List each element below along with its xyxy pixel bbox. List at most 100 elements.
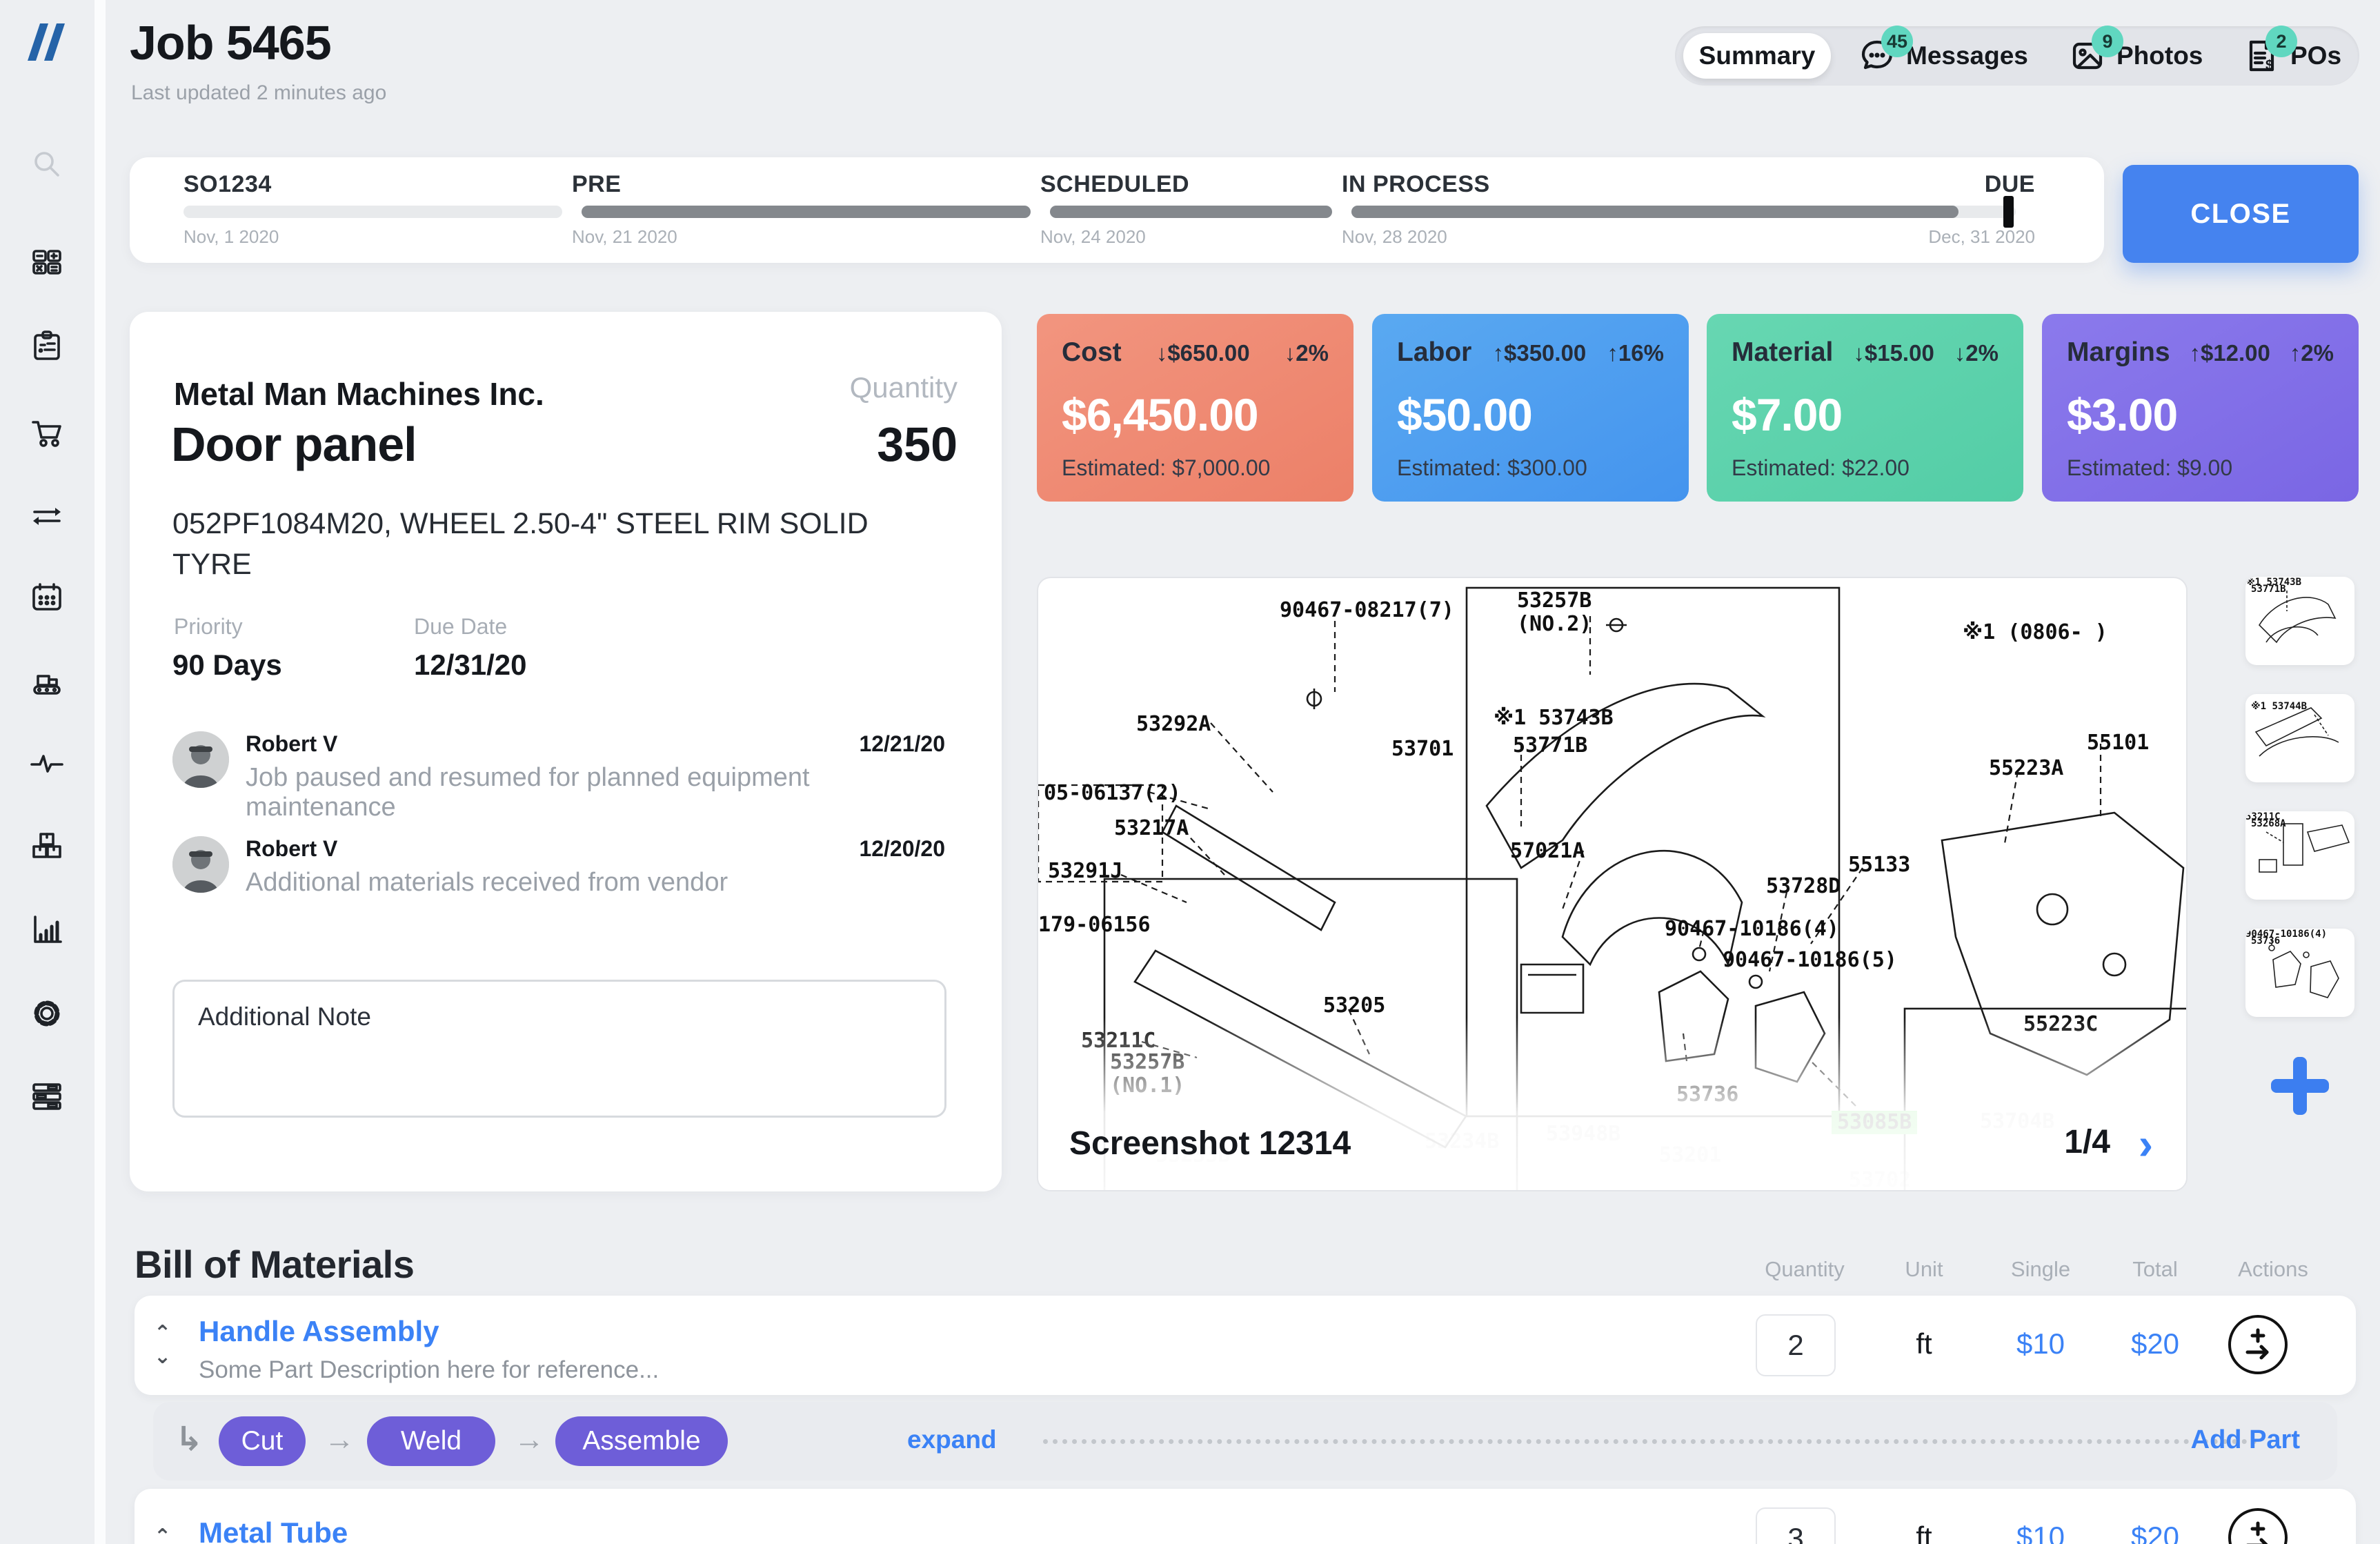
timeline-segment bbox=[184, 206, 562, 218]
row-reorder-control: ⌃ bbox=[154, 1489, 181, 1544]
photos-badge: 9 bbox=[2092, 26, 2123, 57]
svg-text:$: $ bbox=[2265, 58, 2273, 73]
milestone-date: Nov, 24 2020 bbox=[1040, 226, 1146, 248]
bom-row-metal-tube: ⌃ Metal Tube ft $10 $20 bbox=[135, 1489, 2356, 1544]
purchase-order-icon: $ 2 bbox=[2242, 37, 2281, 75]
activity-item: Robert V 12/21/20 Job paused and resumed… bbox=[172, 731, 945, 821]
top-tab-bar: Summary 45 Messages 9 Photos $ 2 POs bbox=[1675, 26, 2359, 86]
process-step-assemble[interactable]: Assemble bbox=[555, 1416, 728, 1466]
swap-arrows-icon[interactable] bbox=[27, 496, 67, 536]
sidebar bbox=[0, 0, 95, 1544]
process-dotted-line bbox=[1043, 1439, 2257, 1444]
tab-messages[interactable]: 45 Messages bbox=[1858, 26, 2028, 86]
pulse-icon[interactable] bbox=[27, 744, 67, 784]
close-button[interactable]: CLOSE bbox=[2123, 165, 2359, 263]
part-number-label: 53291J bbox=[1048, 860, 1122, 883]
total-price-cell[interactable]: $20 bbox=[2131, 1327, 2179, 1360]
chevron-right-icon[interactable]: › bbox=[2139, 1118, 2153, 1169]
milestone-date: Nov, 28 2020 bbox=[1342, 226, 1447, 248]
due-date-label: Due Date bbox=[414, 614, 507, 640]
boxes-icon[interactable] bbox=[27, 827, 67, 867]
single-price-cell[interactable]: $10 bbox=[2016, 1521, 2065, 1544]
milestone-date: Dec, 31 2020 bbox=[1928, 226, 2035, 248]
sidebar-divider bbox=[95, 0, 106, 1544]
milestone-label: SCHEDULED bbox=[1040, 171, 1189, 198]
part-link[interactable]: Handle Assembly bbox=[199, 1315, 439, 1348]
priority-label: Priority bbox=[174, 614, 243, 640]
stat-card-material: Material↓$15.00↓2% $7.00 Estimated: $22.… bbox=[1707, 314, 2023, 502]
calculator-icon[interactable] bbox=[27, 242, 67, 282]
column-header-single: Single bbox=[2011, 1257, 2070, 1282]
arrow-right-icon: → bbox=[324, 1423, 355, 1457]
stat-card-cost: Cost↓$650.00↓2% $6,450.00 Estimated: $7,… bbox=[1037, 314, 1353, 502]
conveyor-icon[interactable] bbox=[27, 662, 67, 702]
part-number-label: 53728D bbox=[1766, 875, 1841, 898]
move-down-icon[interactable]: ⌄ bbox=[154, 1349, 181, 1365]
export-part-button[interactable] bbox=[2228, 1508, 2288, 1544]
milestone-label: IN PROCESS bbox=[1342, 171, 1490, 198]
part-number-label: ※1 53743B bbox=[1494, 706, 1614, 730]
milestone-label: SO1234 bbox=[184, 171, 272, 198]
bom-title: Bill of Materials bbox=[135, 1242, 414, 1287]
clipboard-icon[interactable] bbox=[27, 326, 67, 366]
calendar-icon[interactable] bbox=[27, 577, 67, 617]
tab-pos[interactable]: $ 2 POs bbox=[2242, 26, 2341, 86]
add-image-button[interactable] bbox=[2271, 1057, 2329, 1115]
stat-card-labor: Labor↑$350.00↑16% $50.00 Estimated: $300… bbox=[1372, 314, 1689, 502]
tab-messages-label: Messages bbox=[1906, 41, 2028, 70]
total-price-cell[interactable]: $20 bbox=[2131, 1521, 2179, 1544]
search-icon[interactable] bbox=[27, 144, 67, 184]
diagram-thumbnail-3[interactable]: 53211C53268A bbox=[2245, 811, 2354, 900]
avatar bbox=[172, 731, 229, 788]
activity-date: 12/21/20 bbox=[859, 731, 945, 757]
row-reorder-control: ⌃ ⌄ bbox=[154, 1296, 181, 1395]
stat-delta: ↓$650.00 bbox=[1156, 340, 1250, 366]
chat-icon: 45 bbox=[1858, 37, 1896, 75]
due-marker bbox=[2003, 196, 2014, 228]
messages-badge: 45 bbox=[1881, 26, 1913, 57]
milestone-label: DUE bbox=[1985, 171, 2035, 198]
additional-note-input[interactable] bbox=[172, 980, 946, 1118]
move-up-icon[interactable]: ⌃ bbox=[154, 1325, 181, 1342]
gear-icon[interactable] bbox=[27, 993, 67, 1033]
quantity-input[interactable] bbox=[1756, 1314, 1836, 1376]
expand-link[interactable]: expand bbox=[907, 1425, 997, 1454]
part-number-label: 53217A bbox=[1114, 817, 1189, 840]
move-up-icon[interactable]: ⌃ bbox=[154, 1529, 181, 1544]
stat-value: $3.00 bbox=[2067, 388, 2177, 441]
app-logo[interactable] bbox=[18, 15, 76, 73]
timeline-segment bbox=[582, 206, 1031, 218]
diagram-thumbnail-2[interactable]: ※1 53744B bbox=[2245, 694, 2354, 782]
thumbnail-part-label: ※1 53744B bbox=[2251, 701, 2307, 712]
tab-summary[interactable]: Summary bbox=[1683, 33, 1831, 79]
activity-message: Additional materials received from vendo… bbox=[246, 868, 942, 898]
server-rows-icon[interactable] bbox=[27, 1076, 67, 1116]
tab-photos[interactable]: 9 Photos bbox=[2068, 26, 2203, 86]
bom-row-handle-assembly: ⌃ ⌄ Handle Assembly Some Part Descriptio… bbox=[135, 1296, 2356, 1395]
cart-icon[interactable] bbox=[27, 413, 67, 453]
column-header-actions: Actions bbox=[2238, 1257, 2308, 1282]
part-number-label: 90467-10186(5) bbox=[1723, 949, 1897, 972]
add-part-link[interactable]: Add Part bbox=[2191, 1425, 2300, 1455]
diagram-thumbnail-1[interactable]: ※1 53743B53771B bbox=[2245, 577, 2354, 665]
part-number-label: 53701 bbox=[1391, 738, 1454, 761]
part-number-label: ※1 (0806- ) bbox=[1963, 621, 2108, 644]
diagram-thumbnail-4[interactable]: 90467-10186(4)53736 bbox=[2245, 929, 2354, 1017]
export-part-button[interactable] bbox=[2228, 1315, 2288, 1374]
column-header-unit: Unit bbox=[1905, 1257, 1943, 1282]
process-step-cut[interactable]: Cut bbox=[219, 1416, 306, 1466]
part-link[interactable]: Metal Tube bbox=[199, 1516, 348, 1544]
part-name: Door panel bbox=[171, 417, 417, 472]
stat-value: $6,450.00 bbox=[1062, 388, 1258, 441]
single-price-cell[interactable]: $10 bbox=[2016, 1327, 2065, 1360]
milestone-date: Nov, 21 2020 bbox=[572, 226, 677, 248]
stat-delta-pct: ↓2% bbox=[1954, 340, 1999, 366]
bar-chart-icon[interactable] bbox=[27, 909, 67, 949]
unit-cell: ft bbox=[1916, 1327, 1932, 1360]
stat-delta: ↑$12.00 bbox=[2189, 340, 2270, 366]
timeline-segment bbox=[1351, 206, 1958, 218]
quantity-input[interactable] bbox=[1756, 1507, 1836, 1544]
page-subtitle: Last updated 2 minutes ago bbox=[131, 81, 386, 105]
stat-estimated: Estimated: $300.00 bbox=[1397, 455, 1587, 481]
process-step-weld[interactable]: Weld bbox=[367, 1416, 495, 1466]
